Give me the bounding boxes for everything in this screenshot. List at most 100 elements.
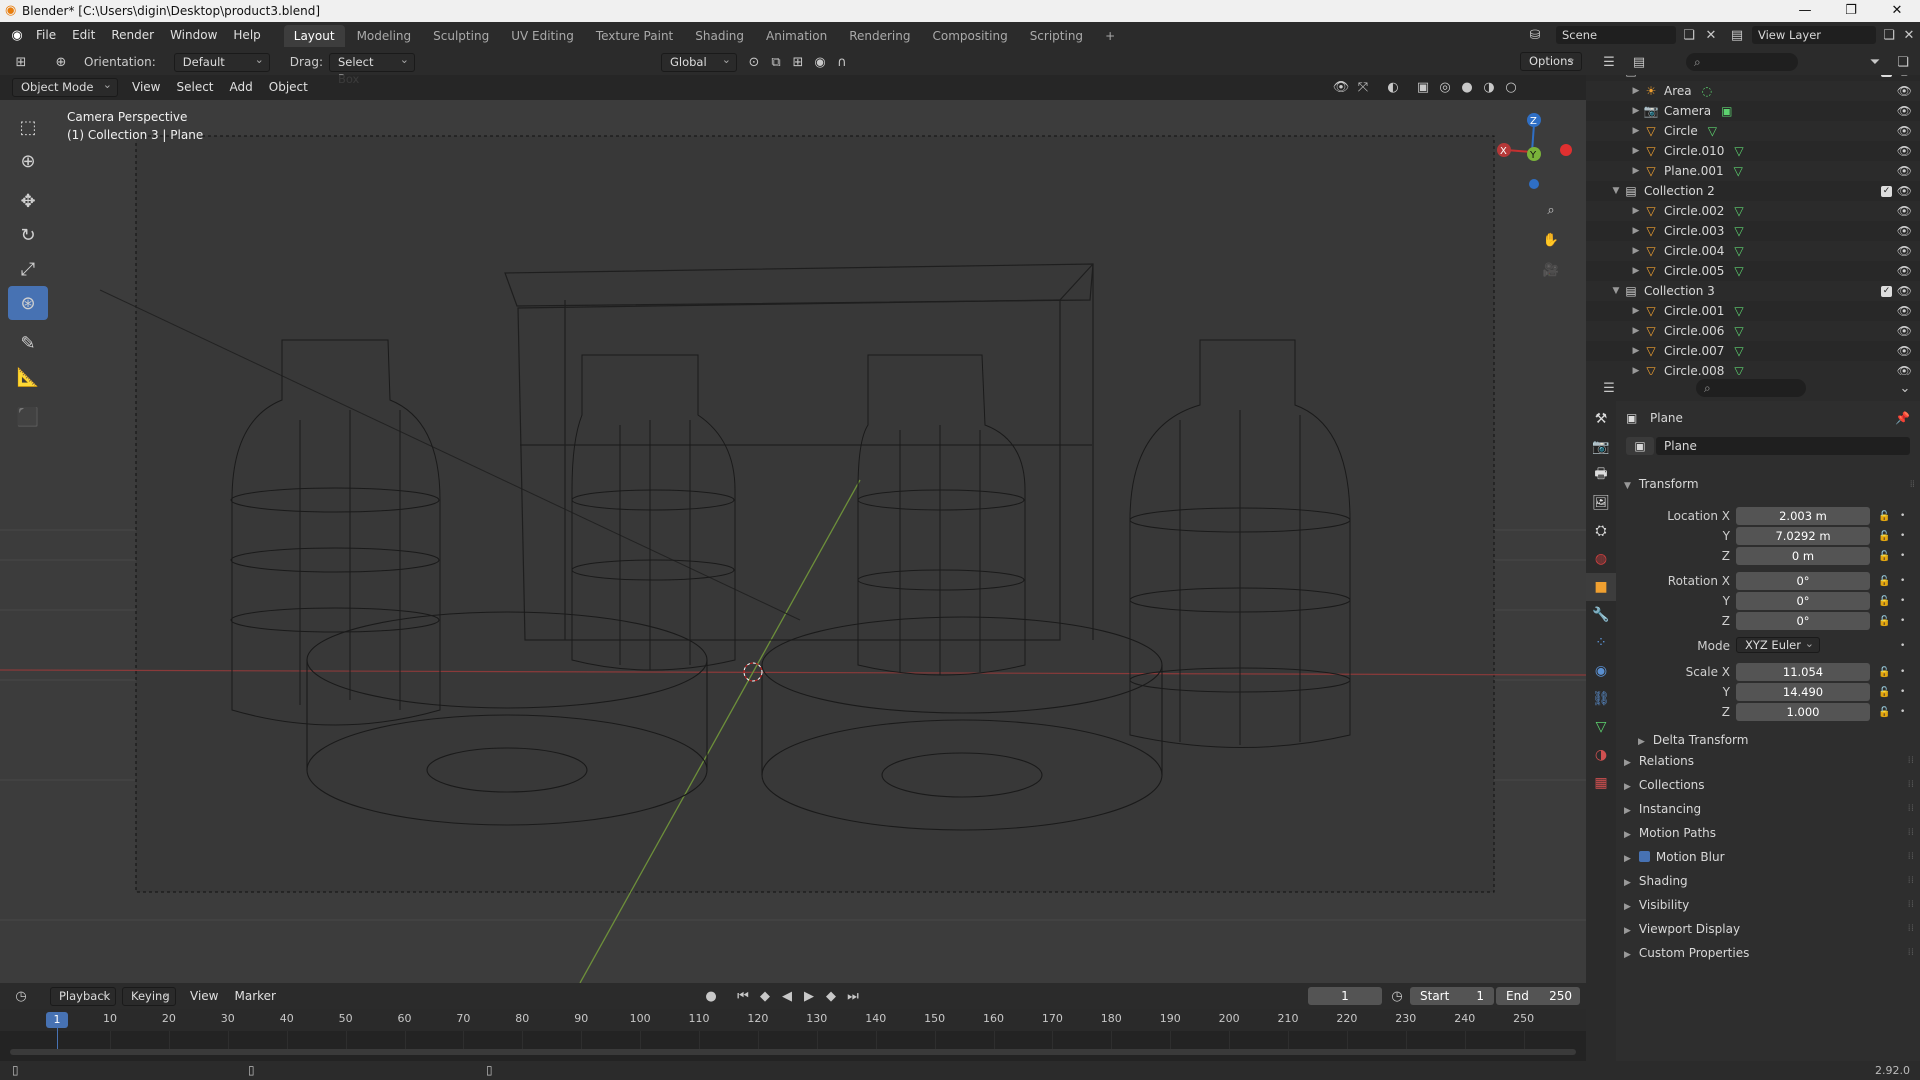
scene-name-field[interactable]: Scene — [1556, 26, 1676, 44]
keyframe-dot-icon[interactable]: • — [1900, 596, 1905, 606]
jump-end-icon[interactable]: ⏭ — [842, 986, 864, 1006]
menu-object[interactable]: Object — [261, 74, 316, 101]
lock-icon[interactable]: 🔓 — [1878, 551, 1890, 562]
options-dropdown[interactable]: Options — [1520, 50, 1582, 71]
remove-scene-icon[interactable]: ✕ — [1700, 25, 1722, 45]
expand-arrow-icon[interactable]: ▶ — [1630, 266, 1642, 276]
rotation-z-field[interactable]: 0° — [1736, 612, 1870, 630]
expand-arrow-icon[interactable]: ▶ — [1630, 86, 1642, 96]
timeline-editor-icon[interactable]: ◷ — [10, 986, 32, 1006]
menu-add[interactable]: Add — [222, 74, 261, 101]
maximize-button[interactable]: ❐ — [1828, 0, 1874, 22]
exclude-checkbox[interactable]: ✓ — [1881, 75, 1892, 77]
outliner-object-row[interactable]: ▶ ▽ Circle.002 ▽ 👁 — [1586, 201, 1920, 221]
motion-blur-checkbox[interactable] — [1638, 851, 1650, 862]
mesh-data-icon[interactable]: ▽ — [1734, 264, 1743, 278]
visibility-eye-icon[interactable]: 👁 — [1897, 144, 1912, 158]
data-tab-icon[interactable]: ▽ — [1586, 713, 1616, 741]
panel-drag-handle[interactable]: ⁞⁞ — [1908, 749, 1914, 773]
outliner-object-row[interactable]: ▶ 📷 Camera ▣ 👁 — [1586, 101, 1920, 121]
new-scene-icon[interactable]: ❏ — [1678, 25, 1700, 45]
expand-arrow-icon[interactable]: ▶ — [1630, 226, 1642, 236]
rotation-y-field[interactable]: 0° — [1736, 592, 1870, 610]
snap-target-icon[interactable]: ⊞ — [787, 52, 809, 72]
rotation-mode-dropdown[interactable]: XYZ Euler — [1736, 637, 1820, 653]
move-icon[interactable]: ✥ — [8, 184, 48, 218]
display-mode-icon[interactable]: ▤ — [1628, 52, 1650, 72]
annotate-icon[interactable]: ✎ — [8, 326, 48, 360]
lock-icon[interactable]: 🔓 — [1878, 707, 1890, 718]
view-layer-tab-icon[interactable]: 🖼 — [1586, 489, 1616, 517]
panel-drag-handle[interactable]: ⁞⁞ — [1908, 797, 1914, 821]
menu-edit[interactable]: Edit — [64, 22, 103, 49]
tab-texture-paint[interactable]: Texture Paint — [586, 25, 683, 47]
mesh-data-icon[interactable]: ▽ — [1734, 304, 1743, 318]
lock-icon[interactable]: 🔓 — [1878, 687, 1890, 698]
frame-ruler[interactable]: 10 20 30 40 50 60 70 80 90 100 110 120 130 140 150 160 1… — [0, 1009, 1586, 1031]
visibility-eye-icon[interactable]: 👁 — [1897, 124, 1912, 138]
panel-drag-handle[interactable]: ⁞⁞ — [1908, 869, 1914, 893]
render-tab-icon[interactable]: 📷 — [1586, 433, 1616, 461]
prev-keyframe-icon[interactable]: ◆ — [754, 986, 776, 1006]
blender-menu-icon[interactable]: ◉ — [6, 26, 28, 46]
transform-panel-header[interactable]: ▼ Transform — [1624, 477, 1699, 491]
tab-scripting[interactable]: Scripting — [1020, 25, 1093, 47]
panel-motion-paths[interactable]: ▶ Motion Paths ⁞⁞ — [1616, 821, 1920, 845]
scene-tab-icon[interactable]: ⛭ — [1586, 517, 1616, 545]
outliner-object-row[interactable]: ▶ ▽ Circle.008 ▽ 👁 — [1586, 361, 1920, 375]
panel-viewport-display[interactable]: ▶ Viewport Display ⁞⁞ — [1616, 917, 1920, 941]
snap-icon[interactable]: ⧉ — [765, 52, 787, 72]
keyframe-dot-icon[interactable]: • — [1900, 687, 1905, 697]
wireframe-shading-icon[interactable]: ◎ — [1434, 77, 1456, 97]
view-layer-field[interactable]: View Layer — [1752, 26, 1876, 44]
keyframe-dot-icon[interactable]: • — [1900, 641, 1905, 651]
keyframe-dot-icon[interactable]: • — [1900, 707, 1905, 717]
expand-arrow-icon[interactable]: ▶ — [1630, 246, 1642, 256]
visibility-eye-icon[interactable]: 👁 — [1897, 284, 1912, 298]
expand-arrow-icon[interactable]: ▶ — [1630, 366, 1642, 375]
outliner-object-row[interactable]: ▶ ▽ Circle ▽ 👁 — [1586, 121, 1920, 141]
falloff-icon[interactable]: ∩ — [831, 52, 853, 72]
camera-view-icon[interactable]: 🎥 — [1540, 260, 1562, 280]
measure-icon[interactable]: 📐 — [8, 360, 48, 394]
mesh-data-icon[interactable]: ▽ — [1734, 344, 1743, 358]
visibility-eye-icon[interactable]: 👁 — [1897, 364, 1912, 375]
output-tab-icon[interactable]: 🖶 — [1586, 461, 1616, 489]
active-tool-icon[interactable]: ⊕ — [50, 52, 72, 72]
expand-arrow-icon[interactable]: ▶ — [1630, 166, 1642, 176]
select-box-icon[interactable]: ⬚ — [8, 110, 48, 144]
editor-type-icon[interactable]: ⊞ — [10, 52, 32, 72]
keyframe-dot-icon[interactable]: • — [1900, 531, 1905, 541]
panel-custom-properties[interactable]: ▶ Custom Properties ⁞⁞ — [1616, 941, 1920, 965]
expand-arrow-icon[interactable]: ▶ — [1630, 146, 1642, 156]
play-reverse-icon[interactable]: ◀ — [776, 986, 798, 1006]
texture-tab-icon[interactable]: ▦ — [1586, 769, 1616, 797]
outliner-search-input[interactable]: ⌕ — [1686, 53, 1798, 71]
transform-icon[interactable]: ⊛ — [8, 286, 48, 320]
visibility-eye-icon[interactable]: 👁 — [1897, 164, 1912, 178]
menu-file[interactable]: File — [28, 22, 64, 49]
panel-visibility[interactable]: ▶ Visibility ⁞⁞ — [1616, 893, 1920, 917]
collapse-arrow-icon[interactable]: ▼ — [1610, 286, 1622, 296]
collapse-arrow-icon[interactable]: ▼ — [1610, 186, 1622, 196]
panel-instancing[interactable]: ▶ Instancing ⁞⁞ — [1616, 797, 1920, 821]
expand-arrow-icon[interactable]: ▶ — [1630, 306, 1642, 316]
solid-shading-icon[interactable]: ● — [1456, 77, 1478, 97]
outliner-object-row[interactable]: ▶ ▽ Circle.005 ▽ 👁 — [1586, 261, 1920, 281]
view-layer-icon[interactable]: ▤ — [1726, 25, 1748, 45]
light-data-icon[interactable]: ◌ — [1702, 84, 1712, 98]
mesh-data-icon[interactable]: ▽ — [1734, 364, 1743, 375]
visibility-eye-icon[interactable]: 👁 — [1897, 244, 1912, 258]
rendered-shading-icon[interactable]: ○ — [1500, 77, 1522, 97]
xray-icon[interactable]: ▣ — [1412, 77, 1434, 97]
location-x-field[interactable]: 2.003 m — [1736, 507, 1870, 525]
rotation-x-field[interactable]: 0° — [1736, 572, 1870, 590]
expand-arrow-icon[interactable]: ▶ — [1630, 126, 1642, 136]
scale-z-field[interactable]: 1.000 — [1736, 703, 1870, 721]
cursor-icon[interactable]: ⊕ — [8, 144, 48, 178]
keyframe-dot-icon[interactable]: • — [1900, 576, 1905, 586]
preview-range-icon[interactable]: ◷ — [1386, 986, 1408, 1006]
lock-icon[interactable]: 🔓 — [1878, 667, 1890, 678]
exclude-checkbox[interactable]: ✓ — [1881, 285, 1892, 297]
camera-data-icon[interactable]: ▣ — [1721, 104, 1732, 118]
